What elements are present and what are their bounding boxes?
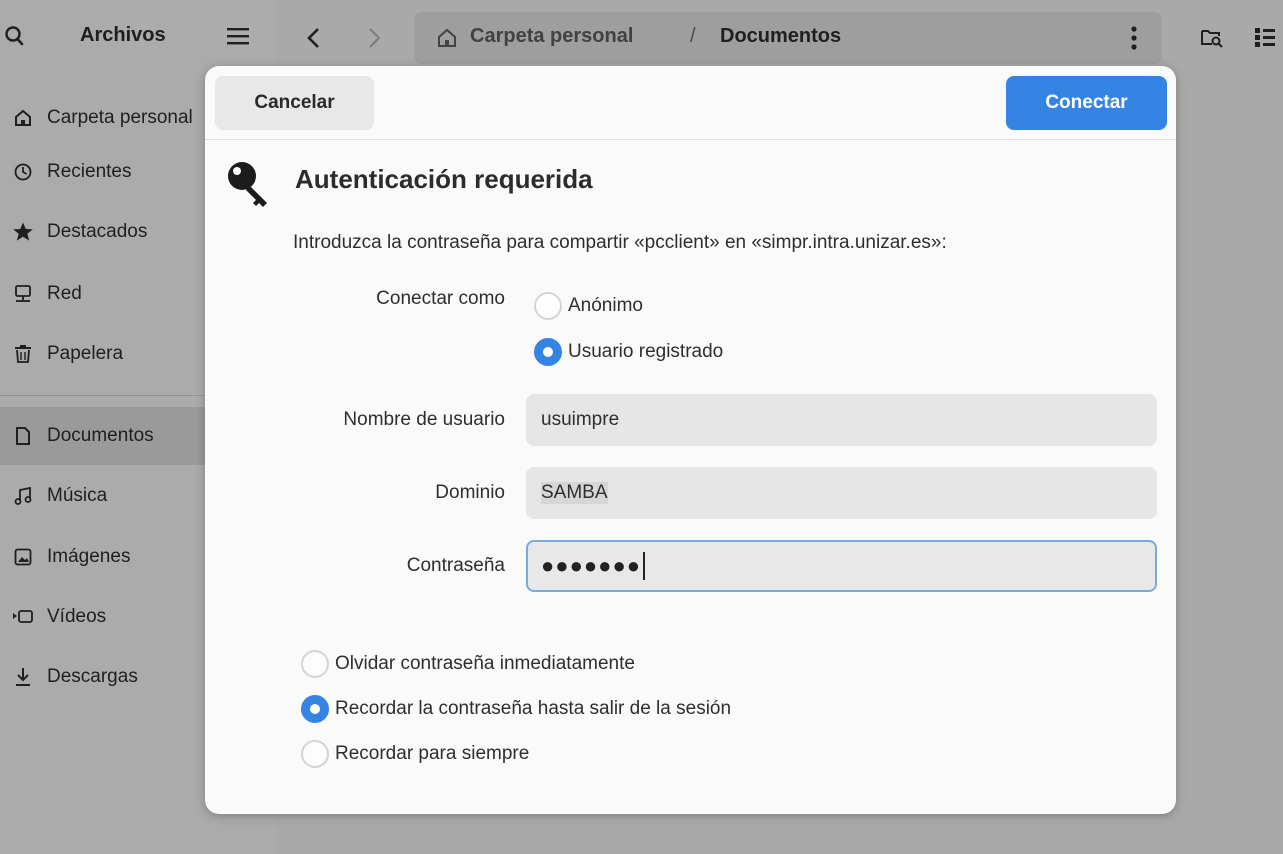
radio-label: Recordar la contraseña hasta salir de la… — [335, 698, 732, 719]
radio-anonymous[interactable]: Anónimo — [534, 292, 643, 320]
sidebar-item-label: Red — [47, 283, 82, 304]
password-field[interactable]: ●●●●●●● — [526, 540, 1157, 592]
sidebar-item-label: Papelera — [47, 343, 124, 364]
username-value: usuimpre — [541, 409, 620, 430]
connect-as-label: Conectar como — [376, 288, 505, 309]
sidebar-item-label: Recientes — [47, 161, 132, 182]
username-field[interactable]: usuimpre — [526, 394, 1157, 446]
radio-indicator — [301, 740, 329, 768]
radio-forget-immediately[interactable]: Olvidar contraseña inmediatamente — [301, 650, 635, 678]
text-cursor — [643, 552, 646, 580]
cancel-button[interactable]: Cancelar — [215, 76, 374, 130]
domain-label: Dominio — [435, 482, 505, 503]
password-masked-value: ●●●●●●● — [541, 553, 642, 578]
path-separator: / — [690, 25, 696, 47]
dialog-message: Introduzca la contraseña para compartir … — [293, 232, 947, 253]
clock-icon — [12, 161, 34, 183]
trash-icon — [12, 343, 34, 365]
network-icon — [12, 283, 34, 305]
password-label: Contraseña — [406, 555, 505, 576]
domain-field[interactable]: SAMBA — [526, 467, 1157, 519]
sidebar-item-label: Imágenes — [47, 546, 131, 567]
sidebar-divider — [0, 395, 205, 396]
forward-arrow-icon[interactable] — [362, 24, 386, 52]
radio-label: Anónimo — [568, 295, 643, 316]
radio-remember-forever[interactable]: Recordar para siempre — [301, 740, 529, 768]
more-options-icon[interactable] — [1126, 24, 1142, 52]
sidebar-item-label: Música — [47, 485, 108, 506]
radio-remember-session[interactable]: Recordar la contraseña hasta salir de la… — [301, 695, 731, 723]
star-icon — [12, 221, 34, 243]
sidebar-header: Archivos — [0, 0, 277, 70]
radio-indicator — [534, 338, 562, 366]
radio-indicator — [301, 650, 329, 678]
home-icon — [12, 107, 34, 129]
hamburger-menu-icon[interactable] — [226, 26, 250, 46]
sidebar-item-documents[interactable]: Documentos — [0, 407, 205, 465]
image-icon — [12, 546, 34, 568]
path-bar: Carpeta personal / Documentos — [414, 12, 1162, 64]
sidebar-item-label: Carpeta personal — [47, 107, 193, 128]
radio-indicator — [534, 292, 562, 320]
authentication-dialog: Cancelar Conectar Autenticación requerid… — [205, 66, 1176, 814]
home-icon[interactable] — [436, 27, 458, 49]
video-icon — [12, 606, 34, 628]
sidebar-item-label: Vídeos — [47, 606, 107, 627]
key-icon — [225, 159, 275, 209]
sidebar-item-label: Destacados — [47, 221, 148, 242]
path-segment-current[interactable]: Documentos — [720, 25, 841, 48]
radio-indicator — [301, 695, 329, 723]
radio-registered-user[interactable]: Usuario registrado — [534, 338, 723, 366]
connect-button[interactable]: Conectar — [1006, 76, 1167, 130]
username-label: Nombre de usuario — [343, 409, 505, 430]
search-icon[interactable] — [4, 24, 26, 48]
domain-value: SAMBA — [541, 482, 608, 504]
search-folder-icon[interactable] — [1200, 25, 1224, 49]
back-arrow-icon[interactable] — [302, 24, 326, 52]
dialog-header: Cancelar Conectar — [205, 66, 1176, 140]
radio-label: Recordar para siempre — [335, 743, 530, 764]
sidebar-item-label: Documentos — [47, 425, 154, 446]
app-title: Archivos — [80, 24, 166, 46]
path-segment-home[interactable]: Carpeta personal — [470, 25, 633, 48]
dialog-title: Autenticación requerida — [295, 164, 593, 194]
download-icon — [12, 666, 34, 688]
document-icon — [12, 425, 34, 447]
sidebar-item-label: Descargas — [47, 666, 138, 687]
view-list-icon[interactable] — [1254, 25, 1276, 49]
radio-label: Olvidar contraseña inmediatamente — [335, 653, 635, 674]
radio-label: Usuario registrado — [568, 341, 724, 362]
music-icon — [12, 485, 34, 507]
